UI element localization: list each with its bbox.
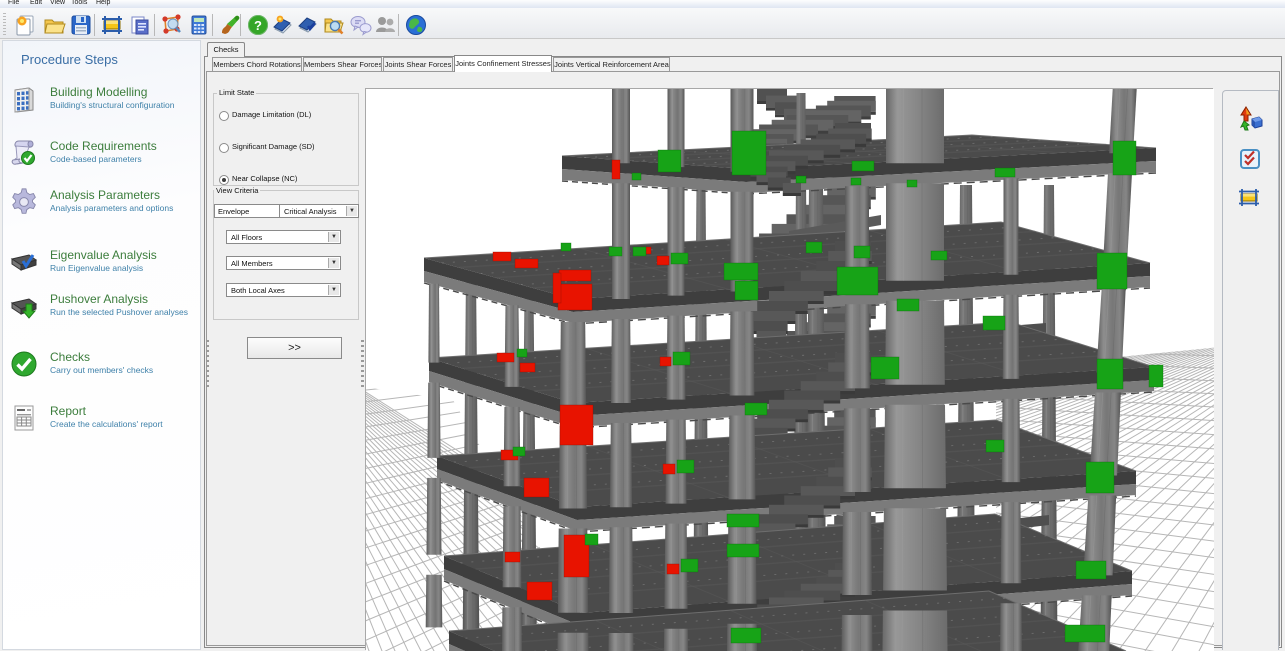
svg-text:?: ? — [254, 18, 262, 33]
